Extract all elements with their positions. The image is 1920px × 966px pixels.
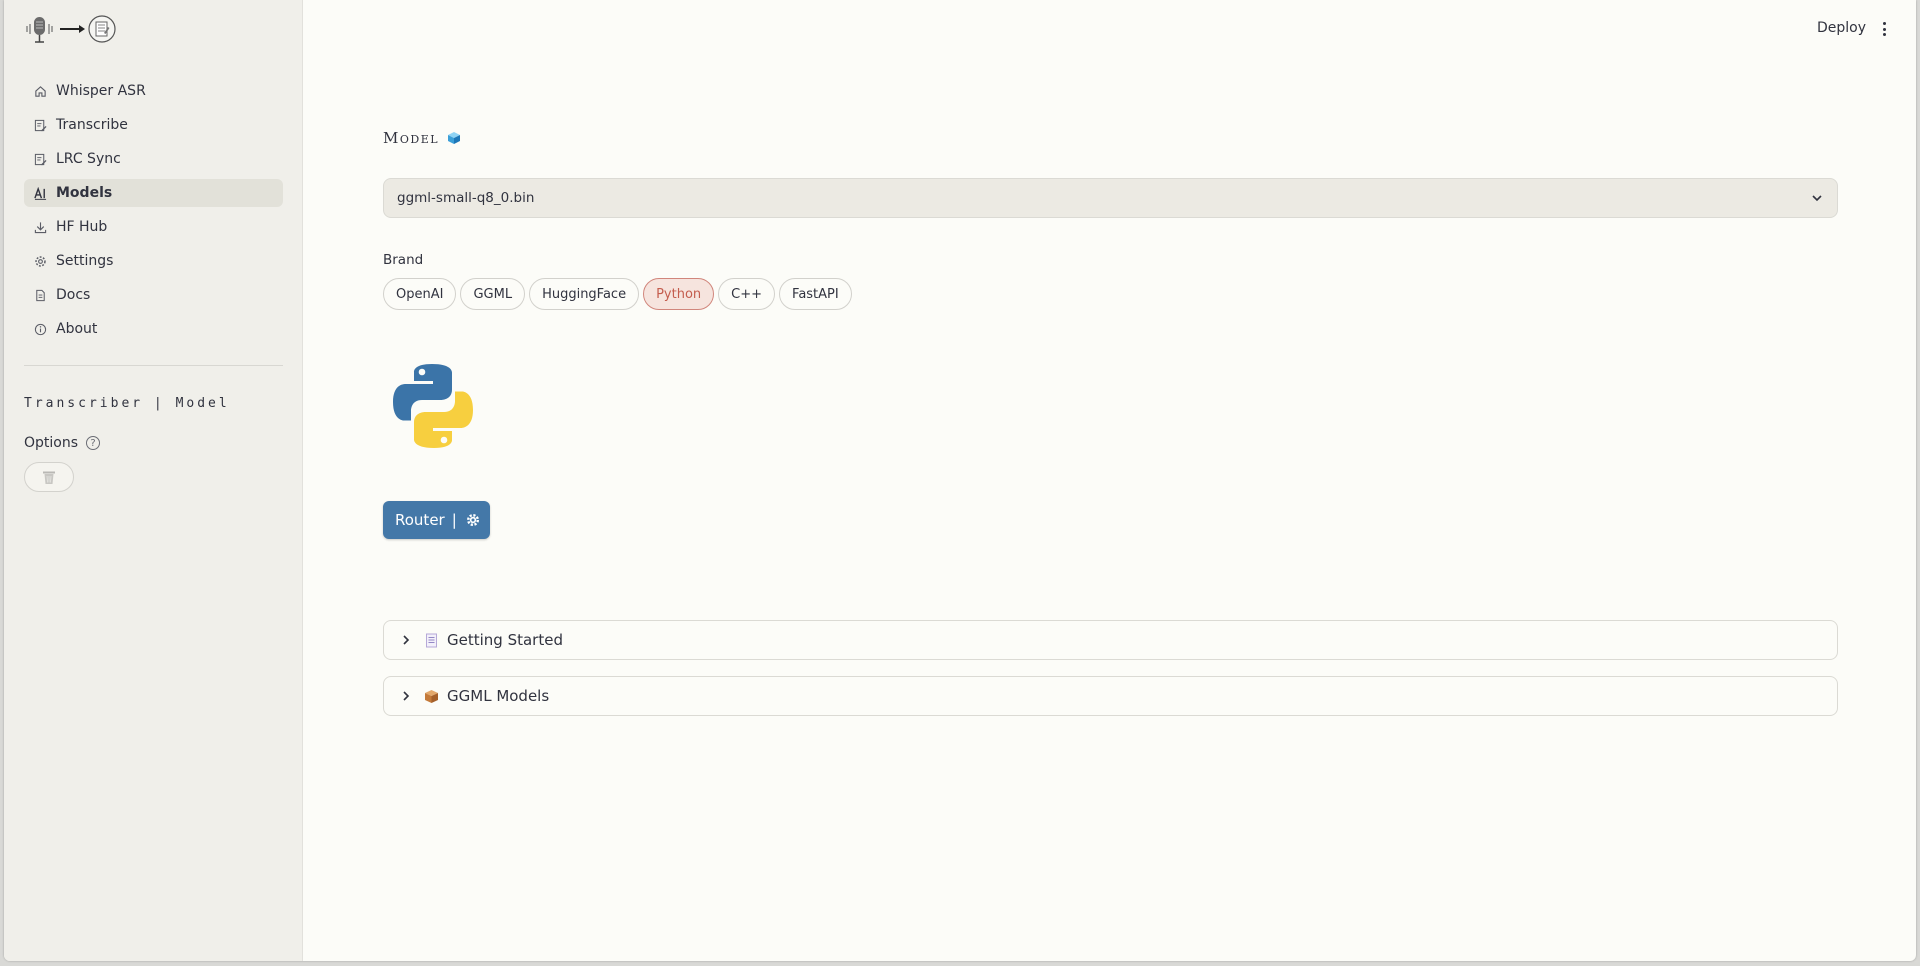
brand-pill-cpp[interactable]: C++ <box>718 278 776 310</box>
sidebar-item-label: Transcribe <box>56 117 128 133</box>
model-heading: Model <box>383 129 461 147</box>
python-logo <box>393 364 473 448</box>
sidebar-section-title: Transcriber | Model <box>24 396 230 411</box>
brand-pill-ggml[interactable]: GGML <box>460 278 526 310</box>
sidebar-item-label: Models <box>56 185 113 201</box>
trash-icon <box>43 471 55 484</box>
options-label: Options <box>24 435 79 451</box>
sidebar-item-transcribe[interactable]: Transcribe <box>24 111 283 139</box>
app-window: Whisper ASR Transcribe LRC Sync Models H… <box>4 0 1916 961</box>
chevron-right-icon <box>403 635 410 645</box>
expander-ggml-models[interactable]: GGML Models <box>383 676 1838 716</box>
router-button-label: Router <box>395 511 445 529</box>
package-icon <box>425 689 438 703</box>
sidebar-item-label: LRC Sync <box>56 151 121 167</box>
gear-icon <box>466 513 479 527</box>
model-select[interactable]: ggml-small-q8_0.bin <box>383 178 1838 218</box>
app-logo[interactable] <box>24 13 120 45</box>
download-icon <box>33 220 47 234</box>
sidebar-item-label: Whisper ASR <box>56 83 146 99</box>
expander-label: Getting Started <box>447 631 563 649</box>
edit-note-icon <box>33 152 47 166</box>
brand-pills: OpenAI GGML HuggingFace Python C++ FastA… <box>383 278 856 310</box>
main-menu-icon[interactable] <box>1879 20 1889 38</box>
chevron-down-icon <box>1812 195 1822 202</box>
home-icon <box>33 84 47 98</box>
help-icon[interactable]: ? <box>86 436 101 450</box>
info-icon <box>33 322 47 336</box>
expander-label: GGML Models <box>447 687 550 705</box>
cube-icon <box>448 132 461 144</box>
ai-icon <box>33 186 47 200</box>
sidebar-item-docs[interactable]: Docs <box>24 281 283 309</box>
sidebar-item-models[interactable]: Models <box>24 179 283 207</box>
document-icon <box>426 633 437 647</box>
expander-getting-started[interactable]: Getting Started <box>383 620 1838 660</box>
sidebar-item-settings[interactable]: Settings <box>24 247 283 275</box>
router-separator: | <box>451 511 457 529</box>
sidebar-item-label: HF Hub <box>56 219 108 235</box>
gear-icon <box>33 254 47 268</box>
sidebar: Whisper ASR Transcribe LRC Sync Models H… <box>4 0 303 961</box>
model-select-value: ggml-small-q8_0.bin <box>397 190 535 206</box>
brand-pill-huggingface[interactable]: HuggingFace <box>529 278 640 310</box>
sidebar-item-label: Docs <box>56 287 91 303</box>
model-heading-text: Model <box>383 129 440 147</box>
deploy-button[interactable]: Deploy <box>1817 20 1866 36</box>
sidebar-item-label: About <box>56 321 98 337</box>
router-button[interactable]: Router | <box>383 501 490 539</box>
brand-pill-openai[interactable]: OpenAI <box>383 278 457 310</box>
brand-label: Brand <box>383 252 424 268</box>
sidebar-nav: Whisper ASR Transcribe LRC Sync Models H… <box>24 77 283 349</box>
sidebar-item-label: Settings <box>56 253 114 269</box>
sidebar-item-about[interactable]: About <box>24 315 283 343</box>
document-icon <box>33 288 47 302</box>
clear-button[interactable] <box>24 462 74 492</box>
sidebar-item-lrc-sync[interactable]: LRC Sync <box>24 145 283 173</box>
sidebar-divider <box>24 365 283 366</box>
chevron-right-icon <box>403 691 410 701</box>
options-row: Options ? <box>24 435 101 451</box>
sidebar-item-hf-hub[interactable]: HF Hub <box>24 213 283 241</box>
brand-pill-python[interactable]: Python <box>643 278 715 310</box>
brand-pill-fastapi[interactable]: FastAPI <box>779 278 852 310</box>
edit-note-icon <box>33 118 47 132</box>
sidebar-item-whisper-asr[interactable]: Whisper ASR <box>24 77 283 105</box>
